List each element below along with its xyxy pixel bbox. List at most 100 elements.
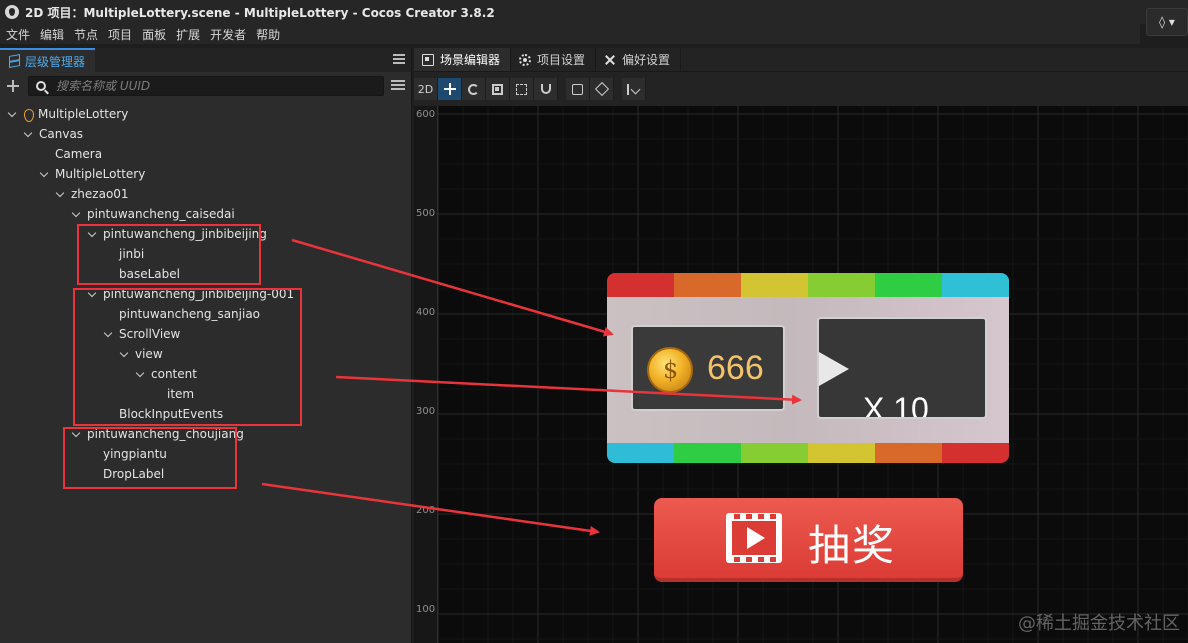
tree-node[interactable]: zhezao01	[56, 184, 129, 204]
tree-node-label: jinbi	[119, 247, 145, 261]
multiplier-label: X 10	[863, 391, 929, 419]
tree-node-label: item	[167, 387, 195, 401]
tree-node-label: pintuwancheng_caisedai	[87, 207, 235, 221]
ruler-label: 200	[416, 505, 436, 516]
coin-icon	[647, 347, 693, 393]
tree-node[interactable]: Canvas	[24, 124, 83, 144]
align-icon	[626, 83, 641, 95]
tree-node[interactable]: BlockInputEvents	[104, 404, 223, 424]
stripe-segment	[808, 443, 875, 463]
scale-icon	[492, 83, 503, 95]
stripe-segment	[875, 273, 942, 297]
cocos-logo-icon	[5, 5, 19, 19]
search-icon	[36, 81, 46, 91]
theme-toggle-button[interactable]: ◊ ▾	[1146, 8, 1188, 36]
tree-node[interactable]: jinbi	[104, 244, 144, 264]
stripe-segment	[942, 443, 1009, 463]
align-button[interactable]	[622, 78, 646, 100]
search-input[interactable]	[56, 79, 376, 93]
tree-node[interactable]: Camera	[40, 144, 102, 164]
tab-scene-editor-label: 场景编辑器	[440, 53, 501, 67]
tree-node[interactable]: view	[120, 344, 163, 364]
tab-hierarchy[interactable]: 层级管理器	[0, 48, 96, 72]
move-icon	[443, 83, 456, 95]
tree-node-label: MultipleLottery	[55, 167, 146, 181]
menu-panel[interactable]: 面板	[142, 26, 166, 43]
tab-scene-editor[interactable]: 场景编辑器	[414, 48, 512, 71]
chevron-down-icon[interactable]	[104, 329, 114, 339]
pivot-button[interactable]	[590, 78, 614, 100]
search-box	[28, 76, 384, 96]
scene-tab-bar: 场景编辑器 项目设置 偏好设置	[414, 48, 1188, 72]
tree-node[interactable]: pintuwancheng_sanjiao	[104, 304, 260, 324]
color-stripe-bottom	[607, 443, 1009, 463]
chevron-down-icon[interactable]	[88, 229, 98, 239]
tree-node[interactable]: MultipleLottery	[8, 104, 128, 124]
tree-node-label: MultipleLottery	[38, 107, 129, 121]
tree-node[interactable]: ScrollView	[104, 324, 180, 344]
rect-tool-button[interactable]	[510, 78, 534, 100]
scene-editor-panel: 场景编辑器 项目设置 偏好设置 2D 600 500 400 300 200 1…	[414, 48, 1188, 643]
rotate-tool-button[interactable]	[462, 78, 486, 100]
move-tool-button[interactable]	[438, 78, 462, 100]
panel-body: 666 X 10	[607, 297, 1009, 443]
tree-node[interactable]: content	[136, 364, 197, 384]
tree-node[interactable]: pintuwancheng_jinbibeijing-001	[88, 284, 294, 304]
tree-node[interactable]: pintuwancheng_choujiang	[72, 424, 244, 444]
frame-button[interactable]	[566, 78, 590, 100]
draw-button[interactable]: 抽奖	[654, 498, 963, 582]
chevron-down-icon[interactable]	[56, 189, 66, 199]
chevron-down-icon[interactable]	[88, 289, 98, 299]
magnet-icon	[540, 84, 551, 94]
chevron-down-icon[interactable]	[8, 109, 18, 119]
scale-tool-button[interactable]	[486, 78, 510, 100]
menu-file[interactable]: 文件	[6, 26, 30, 43]
scene-canvas[interactable]: 600 500 400 300 200 100 666 X 10	[414, 106, 1188, 643]
ruler-label: 500	[416, 208, 436, 219]
tree-node[interactable]: DropLabel	[88, 464, 164, 484]
2d-mode-button[interactable]: 2D	[414, 78, 438, 100]
tree-node[interactable]: yingpiantu	[88, 444, 167, 464]
menu-extension[interactable]: 扩展	[176, 26, 200, 43]
cube-icon	[594, 81, 609, 97]
chevron-down-icon[interactable]	[136, 369, 146, 379]
tree-node[interactable]: item	[152, 384, 194, 404]
tree-node[interactable]: MultipleLottery	[40, 164, 145, 184]
menu-edit[interactable]: 编辑	[40, 26, 64, 43]
rotate-icon	[468, 83, 479, 95]
chevron-down-icon[interactable]	[72, 209, 82, 219]
sort-icon[interactable]	[391, 80, 405, 92]
tree-node-label: content	[151, 367, 197, 381]
tree-node[interactable]: baseLabel	[104, 264, 180, 284]
tree-node[interactable]: pintuwancheng_jinbibeijing	[88, 224, 267, 244]
chevron-down-icon[interactable]	[24, 129, 34, 139]
stripe-segment	[674, 273, 741, 297]
tree-node-label: pintuwancheng_sanjiao	[119, 307, 261, 321]
panel-menu-icon[interactable]	[393, 54, 405, 64]
menu-developer[interactable]: 开发者	[210, 26, 246, 43]
menu-help[interactable]: 帮助	[256, 26, 280, 43]
gear-icon	[519, 53, 532, 66]
menu-node[interactable]: 节点	[74, 26, 98, 43]
vertical-ruler: 600 500 400 300 200 100	[414, 106, 438, 643]
tree-node-label: Canvas	[39, 127, 84, 141]
tree-node-label: Camera	[55, 147, 103, 161]
chevron-down-icon[interactable]	[72, 429, 82, 439]
lottery-panel[interactable]: 666 X 10	[607, 273, 1009, 463]
menu-project[interactable]: 项目	[108, 26, 132, 43]
hierarchy-panel: 层级管理器 MultipleLottery Canvas Camera Multipl…	[0, 48, 412, 643]
chevron-down-icon[interactable]	[40, 169, 50, 179]
add-node-icon[interactable]	[6, 79, 20, 93]
tree-node[interactable]: pintuwancheng_caisedai	[72, 204, 235, 224]
scene-icon	[23, 108, 34, 122]
tree-node-label: ScrollView	[119, 327, 181, 341]
title-bar: 2D 项目：MultipleLottery.scene - MultipleLo…	[0, 0, 1188, 24]
tab-project-settings-label: 项目设置	[537, 53, 586, 67]
tab-hierarchy-label: 层级管理器	[25, 54, 86, 69]
snap-button[interactable]	[534, 78, 558, 100]
tab-preferences[interactable]: 偏好设置	[596, 48, 682, 71]
chevron-down-icon[interactable]	[120, 349, 130, 359]
tab-project-settings[interactable]: 项目设置	[511, 48, 597, 71]
hierarchy-search-row	[0, 72, 411, 100]
coin-box: 666	[631, 325, 785, 411]
